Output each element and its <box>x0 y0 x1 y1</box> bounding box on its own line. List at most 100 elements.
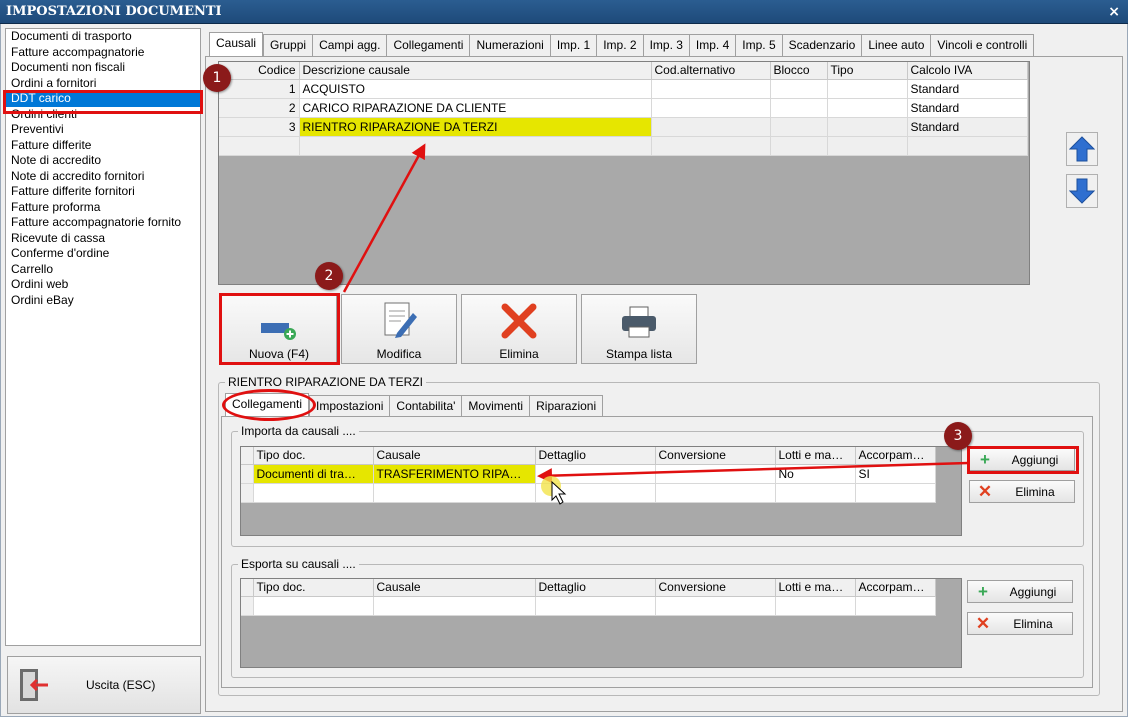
doc-list-item[interactable]: Documenti non fiscali <box>6 60 200 76</box>
cell-iva[interactable]: Standard <box>907 79 1028 99</box>
cell-iva[interactable]: Standard <box>907 117 1028 137</box>
doc-list-item[interactable]: Fatture differite fornitori <box>6 184 200 200</box>
col-4[interactable]: Lotti e ma… <box>775 447 856 465</box>
col-5[interactable]: Accorpam… <box>855 447 936 465</box>
import-delete-label: Elimina <box>1015 484 1055 499</box>
doc-list-item[interactable]: Note di accredito <box>6 153 200 169</box>
cell-blocco[interactable] <box>770 98 828 118</box>
tab-imp-5[interactable]: Imp. 5 <box>735 34 782 56</box>
cell-codice[interactable]: 3 <box>219 117 300 137</box>
cell-descrizione[interactable]: RIENTRO RIPARAZIONE DA TERZI <box>299 117 652 137</box>
col-5[interactable]: Accorpam… <box>855 579 936 597</box>
table-row[interactable]: 2 CARICO RIPARAZIONE DA CLIENTE Standard <box>219 98 1028 118</box>
step-marker-2: 2 <box>315 262 343 290</box>
subtab-movimenti[interactable]: Movimenti <box>461 395 530 417</box>
col-calcolo-iva[interactable]: Calcolo IVA <box>907 62 1028 80</box>
doc-list-item[interactable]: Ordini a fornitori <box>6 76 200 92</box>
cell-codice[interactable]: 2 <box>219 98 300 118</box>
exit-door-icon <box>14 665 54 705</box>
exit-button[interactable]: Uscita (ESC) <box>7 656 201 714</box>
edit-causale-button[interactable]: Modifica <box>341 294 457 364</box>
col-0[interactable]: Tipo doc. <box>253 447 374 465</box>
close-icon[interactable]: × <box>1108 0 1120 24</box>
table-row[interactable]: 3 RIENTRO RIPARAZIONE DA TERZI Standard <box>219 117 1028 137</box>
col-cod-alternativo[interactable]: Cod.alternativo <box>651 62 771 80</box>
col-3[interactable]: Conversione <box>655 579 776 597</box>
move-up-button[interactable] <box>1066 132 1098 166</box>
detail-group-title: RIENTRO RIPARAZIONE DA TERZI <box>225 375 426 389</box>
table-row[interactable]: Documenti di tra… TRASFERIMENTO RIPA… No SI <box>241 464 936 484</box>
tab-causali[interactable]: Causali <box>209 32 264 56</box>
tab-vincoli-e-controlli[interactable]: Vincoli e controlli <box>930 34 1035 56</box>
col-1[interactable]: Causale <box>373 447 536 465</box>
tab-imp-3[interactable]: Imp. 3 <box>642 34 689 56</box>
col-3[interactable]: Conversione <box>655 447 776 465</box>
col-1[interactable]: Causale <box>373 579 536 597</box>
subtab-impostazioni[interactable]: Impostazioni <box>309 395 390 417</box>
doc-list-item[interactable]: Ordini eBay <box>6 293 200 309</box>
tab-numerazioni[interactable]: Numerazioni <box>469 34 550 56</box>
subtab-riparazioni[interactable]: Riparazioni <box>529 395 604 417</box>
doc-list-item[interactable]: Conferme d'ordine <box>6 246 200 262</box>
print-list-button[interactable]: Stampa lista <box>581 294 697 364</box>
cell-conversione[interactable] <box>655 464 776 484</box>
import-grid: Tipo doc. Causale Dettaglio Conversione Lott… <box>240 446 962 536</box>
tab-imp-2[interactable]: Imp. 2 <box>596 34 643 56</box>
exit-button-label: Uscita (ESC) <box>86 678 156 692</box>
table-row-empty[interactable] <box>241 483 936 503</box>
cell-descrizione[interactable]: CARICO RIPARAZIONE DA CLIENTE <box>299 98 652 118</box>
doc-list-item[interactable]: Carrello <box>6 262 200 278</box>
delete-causale-button[interactable]: Elimina <box>461 294 577 364</box>
doc-list-item[interactable]: Fatture proforma <box>6 200 200 216</box>
doc-list-item[interactable]: Note di accredito fornitori <box>6 169 200 185</box>
cell-dettaglio[interactable] <box>535 464 656 484</box>
tab-linee-auto[interactable]: Linee auto <box>861 34 931 56</box>
cell-lotti[interactable]: No <box>775 464 856 484</box>
subtab-contabilita-[interactable]: Contabilita' <box>389 395 462 417</box>
tab-imp-1[interactable]: Imp. 1 <box>549 34 597 56</box>
cell-tipo[interactable] <box>827 117 908 137</box>
doc-list-item[interactable]: Fatture differite <box>6 138 200 154</box>
doc-list-item[interactable]: Ordini web <box>6 277 200 293</box>
col-0[interactable]: Tipo doc. <box>253 579 374 597</box>
tab-collegamenti[interactable]: Collegamenti <box>386 34 470 56</box>
col-descrizione[interactable]: Descrizione causale <box>299 62 652 80</box>
highlight-collegamenti-tab <box>222 389 316 421</box>
cell-blocco[interactable] <box>770 79 828 99</box>
doc-list-item[interactable]: Fatture accompagnatorie <box>6 45 200 61</box>
document-type-list[interactable]: Documenti di trasporto Fatture accompagna… <box>5 28 201 646</box>
col-2[interactable]: Dettaglio <box>535 447 656 465</box>
tab-imp-4[interactable]: Imp. 4 <box>688 34 736 56</box>
cell-cod_alt[interactable] <box>651 79 771 99</box>
cell-codice[interactable]: 1 <box>219 79 300 99</box>
move-down-button[interactable] <box>1066 174 1098 208</box>
causali-grid: Codice Descrizione causale Cod.alternati… <box>218 61 1030 285</box>
printer-icon <box>582 295 696 341</box>
table-row-empty[interactable] <box>219 136 1028 156</box>
doc-list-item[interactable]: Documenti di trasporto <box>6 29 200 45</box>
cell-tipo[interactable] <box>827 79 908 99</box>
cell-iva[interactable]: Standard <box>907 98 1028 118</box>
cell-tipo[interactable] <box>827 98 908 118</box>
cell-cod_alt[interactable] <box>651 117 771 137</box>
tab-campi-agg-[interactable]: Campi agg. <box>312 34 387 56</box>
cell-cod_alt[interactable] <box>651 98 771 118</box>
table-row[interactable]: 1 ACQUISTO Standard <box>219 79 1028 99</box>
cell-descrizione[interactable]: ACQUISTO <box>299 79 652 99</box>
col-2[interactable]: Dettaglio <box>535 579 656 597</box>
cell-accorpam[interactable]: SI <box>855 464 936 484</box>
import-delete-button[interactable]: ✕ Elimina <box>969 480 1075 503</box>
doc-list-item[interactable]: Ricevute di cassa <box>6 231 200 247</box>
tab-gruppi[interactable]: Gruppi <box>263 34 313 56</box>
col-tipo[interactable]: Tipo <box>827 62 908 80</box>
doc-list-item[interactable]: Preventivi <box>6 122 200 138</box>
doc-list-item[interactable]: Fatture accompagnatorie fornito <box>6 215 200 231</box>
cell-tipo[interactable]: Documenti di tra… <box>253 464 374 484</box>
col-blocco[interactable]: Blocco <box>770 62 828 80</box>
col-4[interactable]: Lotti e ma… <box>775 579 856 597</box>
export-delete-button[interactable]: ✕ Elimina <box>967 612 1073 635</box>
tab-scadenzario[interactable]: Scadenzario <box>781 34 862 56</box>
export-add-button[interactable]: + Aggiungi <box>967 580 1073 603</box>
cell-causale[interactable]: TRASFERIMENTO RIPA… <box>373 464 536 484</box>
cell-blocco[interactable] <box>770 117 828 137</box>
